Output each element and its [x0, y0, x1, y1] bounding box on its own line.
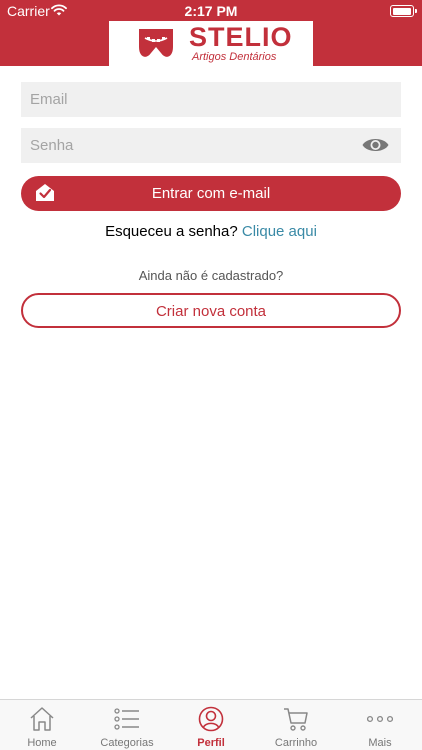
- tab-label: Perfil: [197, 737, 225, 749]
- clock: 2:17 PM: [184, 3, 238, 19]
- tab-label: Carrinho: [274, 737, 318, 749]
- tab-categorias[interactable]: Categorias: [85, 700, 169, 750]
- cart-icon: [284, 708, 308, 731]
- tab-label: Home: [27, 737, 57, 749]
- battery-level: [392, 7, 411, 15]
- more-icon: [367, 715, 393, 723]
- not-registered-text: Ainda não é cadastrado?: [138, 268, 284, 283]
- tab-carrinho[interactable]: Carrinho: [254, 700, 338, 750]
- brand-name: STELIO: [189, 22, 293, 52]
- forgot-password-link[interactable]: Clique aqui: [242, 223, 317, 240]
- login-button-label: Entrar com e-mail: [151, 185, 271, 202]
- email-input[interactable]: [21, 82, 401, 117]
- create-account-button[interactable]: Criar nova conta: [21, 293, 401, 328]
- show-password-icon[interactable]: [361, 135, 390, 155]
- brand-logo: STELIO Artigos Dentários: [109, 21, 313, 66]
- forgot-password: Esqueceu a senha? Clique aqui: [0, 223, 422, 240]
- tooth-logo-icon: [139, 29, 173, 57]
- app-header: Carrier 2:17 PM STELIO Artigos Dentários: [0, 0, 422, 66]
- password-input[interactable]: [21, 128, 401, 163]
- status-bar: Carrier 2:17 PM: [0, 0, 422, 22]
- create-account-label: Criar nova conta: [155, 303, 267, 320]
- tab-mais[interactable]: Mais: [338, 700, 422, 750]
- brand-subtitle: Artigos Dentários: [192, 51, 277, 63]
- tab-label: Categorias: [100, 737, 154, 749]
- login-email-button[interactable]: Entrar com e-mail: [21, 176, 401, 211]
- tab-label: Mais: [368, 737, 392, 749]
- list-icon: [114, 708, 139, 730]
- tab-home[interactable]: Home: [0, 700, 84, 750]
- home-icon: [30, 707, 54, 731]
- tab-perfil[interactable]: Perfil: [169, 700, 253, 750]
- tab-bar: Home Categorias Perfil Carrinho Mais: [0, 699, 422, 750]
- forgot-question: Esqueceu a senha?: [105, 223, 238, 240]
- battery-icon: [390, 5, 417, 17]
- profile-icon: [198, 706, 224, 732]
